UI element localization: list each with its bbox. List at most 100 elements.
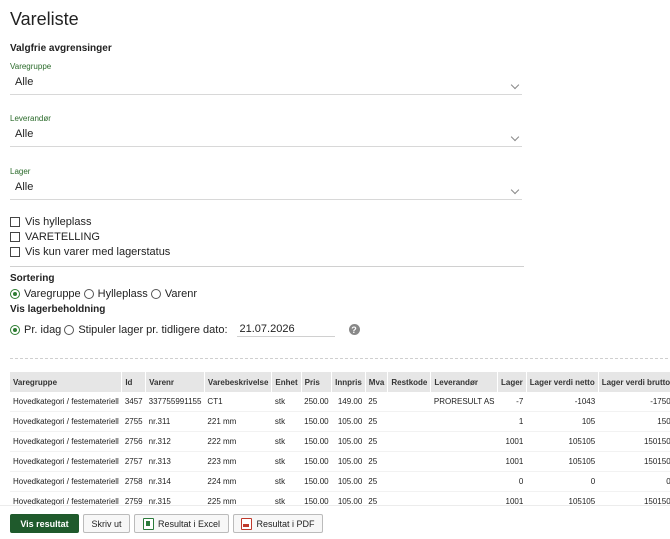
cell: 150150 — [598, 431, 670, 452]
cell — [387, 451, 431, 472]
col-pris[interactable]: Pris — [301, 372, 333, 392]
cell: 337755991155 — [145, 392, 205, 412]
cell — [387, 431, 431, 452]
cell: 150.00 — [301, 471, 332, 492]
show-result-button[interactable]: Vis resultat — [10, 514, 79, 533]
table-row: Hovedkategori / festemateriell 2755 nr.311… — [10, 411, 670, 432]
cell — [430, 411, 498, 432]
cell: 25 — [365, 392, 388, 412]
cell: 105 — [526, 411, 599, 432]
cell: 2756 — [121, 431, 146, 452]
radio-button[interactable] — [150, 289, 161, 299]
leverandor-select[interactable]: Alle — [10, 128, 522, 147]
radio-varenr[interactable]: Varenr — [150, 288, 198, 300]
cell: stk — [271, 411, 302, 432]
radio-button[interactable] — [10, 289, 20, 299]
radio-hylleplass[interactable]: Hylleplass — [83, 288, 148, 300]
cell: 1001 — [497, 451, 527, 472]
radio-label: Varegruppe — [24, 288, 81, 300]
cell — [430, 431, 498, 452]
table-row: Hovedkategori / festemateriell 3457 337755… — [10, 392, 670, 412]
cell: 150.00 — [301, 411, 332, 432]
cell: CT1 — [204, 392, 272, 412]
cell: 2755 — [121, 411, 146, 432]
cell: 224 mm — [204, 471, 272, 492]
lager-select[interactable]: Alle — [10, 181, 522, 200]
checkbox-label: Vis hylleplass — [25, 216, 92, 228]
col-enhet[interactable]: Enhet — [271, 372, 302, 392]
cell: -7 — [497, 392, 527, 412]
checkbox-box[interactable] — [10, 247, 20, 257]
leverandor-value: Alle — [15, 128, 34, 140]
cell: Hovedkategori / festemateriell — [10, 451, 122, 472]
cell: nr.311 — [145, 411, 205, 432]
excel-button[interactable]: Resultat i Excel — [134, 514, 229, 533]
cell: 150150 — [598, 451, 670, 472]
cell: 1 — [497, 411, 527, 432]
cell: 25 — [365, 451, 388, 472]
excel-icon — [142, 517, 154, 530]
col-innpris[interactable]: Innpris — [331, 372, 366, 392]
radio-button[interactable] — [64, 324, 75, 335]
col-varebeskrivelse[interactable]: Varebeskrivelse — [204, 372, 273, 392]
pdf-button[interactable]: Resultat i PDF — [233, 514, 323, 533]
radio-pr-idag[interactable]: Pr. idag — [10, 324, 61, 336]
checkbox-vis-hylleplass[interactable]: Vis hylleplass — [10, 216, 91, 228]
col-varegruppe[interactable]: Varegruppe — [10, 372, 123, 392]
cell: 105.00 — [331, 431, 366, 452]
checkbox-label: Vis kun varer med lagerstatus — [25, 246, 171, 258]
checkbox-box[interactable] — [10, 232, 20, 242]
cell: 0 — [526, 471, 599, 492]
action-bar: Vis resultat Skriv ut Resultat i Excel R… — [0, 505, 670, 539]
col-mva[interactable]: Mva — [365, 372, 389, 392]
cell — [430, 451, 498, 472]
varegruppe-label: Varegruppe — [10, 62, 52, 71]
col-lager-verdi-netto[interactable]: Lager verdi netto — [526, 372, 599, 392]
cell: PRORESULT AS — [430, 392, 498, 412]
cell: 25 — [365, 471, 388, 492]
cell — [387, 471, 431, 492]
radio-label: Varenr — [164, 288, 198, 300]
varegruppe-select[interactable]: Alle — [10, 76, 522, 95]
stock-options: Pr. idag Stipuler lager pr. tidligere da… — [10, 322, 360, 337]
cell: 105.00 — [331, 471, 366, 492]
cell: 105.00 — [331, 451, 366, 472]
date-input[interactable]: 21.07.2026 — [236, 322, 335, 337]
cell: 150 — [598, 411, 670, 432]
cell: 0 — [598, 471, 670, 492]
col-lager-verdi-brutto[interactable]: Lager verdi brutto — [598, 372, 670, 392]
cell: 25 — [365, 411, 388, 432]
table-body: Hovedkategori / festemateriell 3457 337755… — [10, 392, 670, 512]
col-lager[interactable]: Lager — [497, 372, 527, 392]
col-id[interactable]: Id — [121, 372, 147, 392]
help-icon[interactable]: ? — [348, 324, 360, 335]
checkbox-lagerstatus[interactable]: Vis kun varer med lagerstatus — [10, 246, 170, 258]
cell: 150.00 — [301, 431, 332, 452]
divider — [10, 266, 524, 267]
col-leverandor[interactable]: Leverandør — [430, 372, 498, 392]
checkbox-varetelling[interactable]: VARETELLING — [10, 231, 100, 243]
sorting-heading: Sortering — [10, 273, 55, 284]
radio-stipuler[interactable]: Stipuler lager pr. tidligere dato: — [64, 324, 228, 336]
cell — [387, 411, 431, 432]
col-varenr[interactable]: Varenr — [145, 372, 205, 392]
cell: 0 — [497, 471, 527, 492]
print-button[interactable]: Skriv ut — [83, 514, 130, 533]
results-table: Varegruppe Id Varenr Varebeskrivelse Enh… — [10, 372, 670, 512]
radio-button[interactable] — [83, 289, 94, 299]
chevron-down-icon — [510, 185, 520, 195]
radio-button[interactable] — [10, 324, 20, 335]
cell: 250.00 — [301, 392, 332, 412]
varegruppe-value: Alle — [15, 76, 34, 88]
checkbox-box[interactable] — [10, 217, 20, 227]
radio-label: Pr. idag — [24, 323, 62, 336]
col-restkode[interactable]: Restkode — [387, 372, 432, 392]
sorting-options: Varegruppe Hylleplass Varenr — [10, 288, 200, 300]
cell: 150.00 — [301, 451, 332, 472]
stock-heading: Vis lagerbeholdning — [10, 304, 106, 315]
cell: stk — [271, 392, 302, 412]
pdf-button-label: Resultat i PDF — [256, 518, 315, 529]
cell: 223 mm — [204, 451, 272, 472]
table-row: Hovedkategori / festemateriell 2757 nr.313… — [10, 451, 670, 472]
radio-varegruppe[interactable]: Varegruppe — [10, 288, 81, 300]
